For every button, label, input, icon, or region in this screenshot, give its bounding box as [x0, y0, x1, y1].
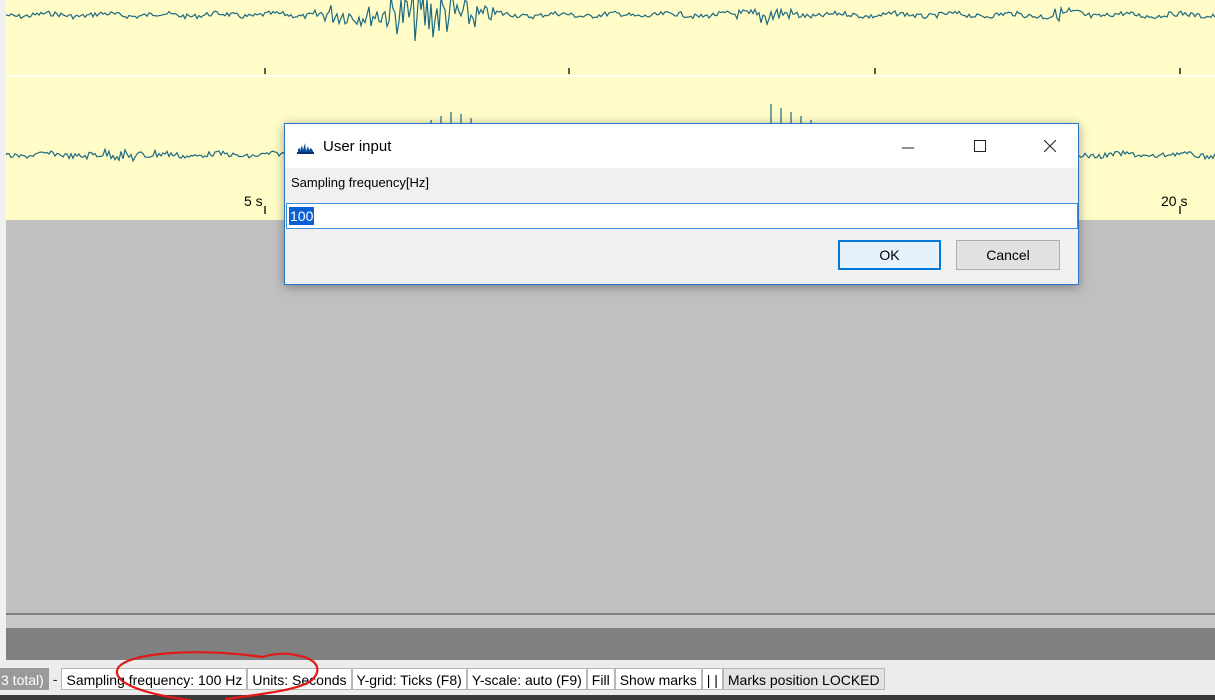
- lower-panel: [6, 615, 1215, 628]
- dialog-title: User input: [323, 138, 392, 155]
- app-icon: [297, 139, 314, 154]
- status-separator: -: [52, 671, 58, 687]
- tick-label-5s: 5 s: [244, 193, 263, 209]
- minimize-button[interactable]: [885, 124, 931, 168]
- close-button[interactable]: [1027, 124, 1073, 168]
- y-grid-status[interactable]: Y-grid: Ticks (F8): [351, 668, 467, 690]
- ok-button[interactable]: OK: [838, 240, 941, 270]
- trace-total-text: 3 total): [0, 668, 49, 690]
- minimize-icon: [902, 147, 914, 149]
- selected-input-text[interactable]: 100: [289, 207, 315, 225]
- trace-1-waveform: [6, 0, 1215, 42]
- status-bar: 3 total) - Sampling frequency: 100 Hz Un…: [0, 660, 1215, 700]
- scroll-bar-area[interactable]: [6, 628, 1215, 660]
- maximize-icon: [974, 140, 986, 152]
- fill-toggle[interactable]: Fill: [586, 668, 615, 690]
- y-scale-status[interactable]: Y-scale: auto (F9): [466, 668, 587, 690]
- cancel-button[interactable]: Cancel: [956, 240, 1060, 270]
- units-status[interactable]: Units: Seconds: [247, 668, 352, 690]
- marks-position-status[interactable]: Marks position LOCKED: [722, 668, 885, 690]
- maximize-button[interactable]: [957, 124, 1003, 168]
- close-icon: [1044, 140, 1056, 152]
- show-marks-toggle[interactable]: Show marks: [614, 668, 702, 690]
- taskbar-edge: [0, 695, 1215, 700]
- app-window: 5 s 20 s 3 total) - Sampling frequency: …: [0, 0, 1215, 700]
- tick-label-20s: 20 s: [1161, 193, 1187, 209]
- sampling-frequency-label: Sampling frequency[Hz]: [291, 175, 430, 190]
- dialog-titlebar[interactable]: User input: [285, 124, 1078, 168]
- pause-toggle[interactable]: | |: [701, 668, 723, 690]
- user-input-dialog: User input Sampling frequency[Hz] 100 OK…: [284, 123, 1079, 285]
- sampling-frequency-status[interactable]: Sampling frequency: 100 Hz: [61, 668, 248, 690]
- sampling-frequency-input[interactable]: 100: [286, 203, 1078, 229]
